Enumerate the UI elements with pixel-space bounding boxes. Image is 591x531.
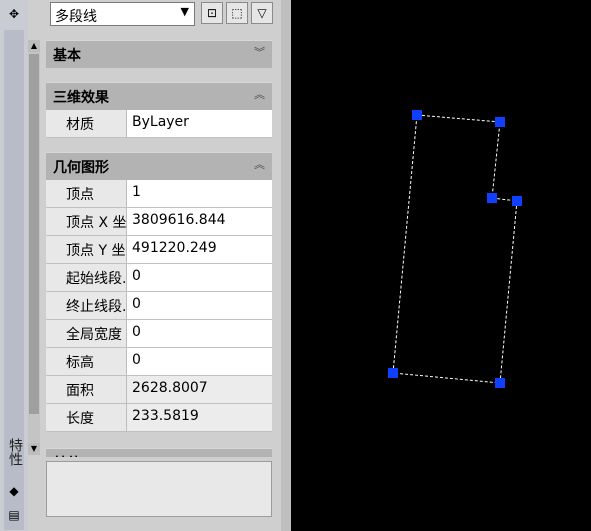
section-title: 其他 xyxy=(53,456,81,457)
scroll-thumb[interactable] xyxy=(29,54,39,414)
selected-polyline[interactable] xyxy=(392,114,518,384)
vertical-scrollbar[interactable]: ▲ ▼ xyxy=(28,40,40,455)
property-row[interactable]: 面积 2628.8007 xyxy=(46,376,272,404)
section-title: 基本 xyxy=(53,48,81,64)
property-value[interactable]: 0 xyxy=(127,320,272,347)
section-other-header[interactable]: 其他 xyxy=(46,448,272,457)
property-label: 终止线段... xyxy=(46,292,127,319)
property-label: 长度 xyxy=(46,404,127,431)
property-label: 起始线段... xyxy=(46,264,127,291)
palette-title-strip[interactable]: ✥ 特性 ◆ ▤ xyxy=(0,0,28,531)
section-other: 其他 xyxy=(46,448,272,457)
property-row[interactable]: 起始线段... 0 xyxy=(46,264,272,292)
quick-select-icon[interactable]: ⊡ xyxy=(201,2,223,24)
palette-options-icon[interactable]: ✥ xyxy=(6,6,22,22)
property-label: 顶点 xyxy=(46,180,127,207)
chevron-down-icon[interactable]: ▼ xyxy=(181,5,189,18)
grip-handle[interactable] xyxy=(495,378,505,388)
grip-handle[interactable] xyxy=(412,110,422,120)
scroll-down-icon[interactable]: ▼ xyxy=(28,443,40,455)
select-objects-icon[interactable]: ⬚ xyxy=(226,2,248,24)
grip-handle[interactable] xyxy=(512,196,522,206)
drawing-canvas[interactable] xyxy=(291,0,591,531)
property-value[interactable]: 0 xyxy=(127,348,272,375)
property-value[interactable]: 0 xyxy=(127,292,272,319)
property-row[interactable]: 顶点 Y 坐标 491220.249 xyxy=(46,236,272,264)
property-row[interactable]: 全局宽度 0 xyxy=(46,320,272,348)
property-label: 面积 xyxy=(46,376,127,403)
scroll-up-icon[interactable]: ▲ xyxy=(28,40,40,52)
section-basic: 基本 ︾ xyxy=(46,40,272,68)
section-geometry-header[interactable]: 几何图形 ︽ xyxy=(46,152,272,180)
collapse-chevron-icon[interactable]: ︽ xyxy=(254,156,265,172)
property-value[interactable]: 0 xyxy=(127,264,272,291)
properties-palette: ✥ 特性 ◆ ▤ 多段线 ▼ ⊡ ⬚ ▽ ▲ ▼ 基本 ︾ 三维效果 ︽ 材质 … xyxy=(0,0,291,531)
property-label: 顶点 X 坐标 xyxy=(46,208,127,235)
object-type-value: 多段线 xyxy=(55,9,97,25)
palette-border xyxy=(281,0,291,531)
property-value[interactable]: 3809616.844 xyxy=(127,208,272,235)
property-row[interactable]: 顶点 1 xyxy=(46,180,272,208)
grip-handle[interactable] xyxy=(388,368,398,378)
section-geometry: 几何图形 ︽ 顶点 1 顶点 X 坐标 3809616.844 顶点 Y 坐标 … xyxy=(46,152,272,432)
property-value[interactable]: ByLayer xyxy=(127,110,272,137)
property-row[interactable]: 长度 233.5819 xyxy=(46,404,272,432)
pickadd-filter-icon[interactable]: ▽ xyxy=(251,2,273,24)
property-row[interactable]: 顶点 X 坐标 3809616.844 xyxy=(46,208,272,236)
property-row[interactable]: 标高 0 xyxy=(46,348,272,376)
collapse-chevron-icon[interactable]: ︽ xyxy=(254,86,265,102)
property-label: 全局宽度 xyxy=(46,320,127,347)
property-label: 标高 xyxy=(46,348,127,375)
section-basic-header[interactable]: 基本 ︾ xyxy=(46,40,272,68)
property-label: 顶点 Y 坐标 xyxy=(46,236,127,263)
property-value[interactable]: 491220.249 xyxy=(127,236,272,263)
property-row[interactable]: 终止线段... 0 xyxy=(46,292,272,320)
expand-chevron-icon[interactable]: ︾ xyxy=(254,44,265,60)
section-title: 三维效果 xyxy=(53,90,109,106)
properties-menu-icon[interactable]: ▤ xyxy=(6,507,22,523)
property-value: 233.5819 xyxy=(127,404,272,431)
property-row[interactable]: 材质 ByLayer xyxy=(46,110,272,138)
description-panel xyxy=(46,461,272,517)
property-value[interactable]: 1 xyxy=(127,180,272,207)
palette-title: 特性 xyxy=(7,438,23,466)
object-type-dropdown[interactable]: 多段线 ▼ xyxy=(50,2,195,26)
section-3d-effects: 三维效果 ︽ 材质 ByLayer xyxy=(46,82,272,138)
grip-handle[interactable] xyxy=(495,117,505,127)
property-value: 2628.8007 xyxy=(127,376,272,403)
property-label: 材质 xyxy=(46,110,127,137)
autohide-icon[interactable]: ◆ xyxy=(6,483,22,499)
grip-handle[interactable] xyxy=(487,193,497,203)
section-3d-effects-header[interactable]: 三维效果 ︽ xyxy=(46,82,272,110)
section-title: 几何图形 xyxy=(53,160,109,176)
